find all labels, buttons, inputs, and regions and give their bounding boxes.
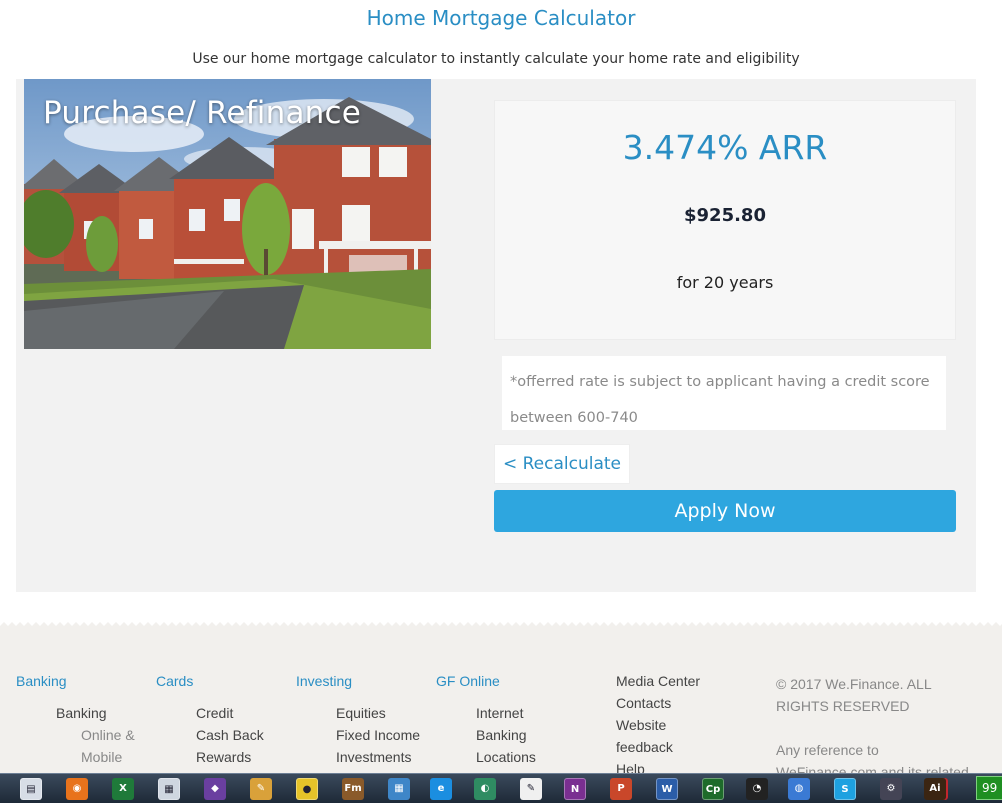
footer-link-banking-online[interactable]: Banking — [436, 727, 586, 749]
footer-heading-cards[interactable]: Cards — [156, 673, 286, 695]
footer-heading-investing[interactable]: Investing — [296, 673, 426, 695]
skype-icon[interactable]: S — [834, 778, 856, 800]
media-icon[interactable]: ◔ — [746, 778, 768, 800]
footer-col-investing: Investing Equities Fixed Income Investme… — [296, 673, 426, 771]
footer-link-feedback[interactable]: feedback — [616, 739, 756, 761]
footer-heading-banking[interactable]: Banking — [16, 673, 146, 695]
excel-icon[interactable]: X — [112, 778, 134, 800]
tool-icon[interactable]: ⚙ — [880, 778, 902, 800]
credit-disclaimer: *offerred rate is subject to applicant h… — [502, 356, 946, 430]
calculator-icon[interactable]: ▦ — [158, 778, 180, 800]
footer-link-contacts[interactable]: Contacts — [616, 695, 756, 717]
hero-caption: Purchase/ Refinance — [43, 95, 362, 131]
paint-icon[interactable]: ✎ — [250, 778, 272, 800]
calculator-panel: Purchase/ Refinance 3.474% ARR $925.80 f… — [16, 79, 976, 592]
onenote-icon[interactable]: N — [564, 778, 586, 800]
browser-icon[interactable]: ◐ — [474, 778, 496, 800]
footer-col-misc: Media Center Contacts Website feedback H… — [616, 673, 756, 783]
visual-studio-icon[interactable]: ◆ — [204, 778, 226, 800]
footer-link-online-mobile-1[interactable]: Online & — [16, 727, 146, 749]
page-title: Home Mortgage Calculator — [366, 6, 636, 30]
control-panel-icon[interactable]: ▦ — [388, 778, 410, 800]
network-icon[interactable]: ◍ — [788, 778, 810, 800]
captivate-icon[interactable]: Cp — [702, 778, 724, 800]
footer-link-credit[interactable]: Credit — [156, 705, 286, 727]
footer-link-rewards[interactable]: Rewards — [156, 749, 286, 771]
footer-link-investments[interactable]: Investments — [296, 749, 426, 771]
footer-link-equities[interactable]: Equities — [296, 705, 426, 727]
footer-link-internet[interactable]: Internet — [436, 705, 586, 727]
recalculate-button[interactable]: < Recalculate — [494, 444, 630, 484]
result-card: 3.474% ARR $925.80 for 20 years — [494, 100, 956, 340]
footer-heading-gf-online[interactable]: GF Online — [436, 673, 586, 695]
os-taskbar: ▤◉X▦◆✎●Fm▦e◐✎NPWCp◔◍S⚙◎Ai 99 — [0, 773, 1002, 803]
chrome-icon[interactable]: ● — [296, 778, 318, 800]
loan-term: for 20 years — [676, 273, 774, 292]
internet-explorer-icon[interactable]: e — [430, 778, 452, 800]
footer-col-cards: Cards Credit Cash Back Rewards — [156, 673, 286, 771]
firefox-icon[interactable]: ◉ — [66, 778, 88, 800]
footer-link-website[interactable]: Website — [616, 717, 756, 739]
illustrator-icon[interactable]: Ai — [924, 778, 946, 800]
footer-link-banking[interactable]: Banking — [16, 705, 146, 727]
footer-col-gf-online: GF Online Internet Banking Locations — [436, 673, 586, 771]
monthly-payment: $925.80 — [684, 205, 766, 226]
footer-copyright: © 2017 We.Finance. ALL RIGHTS RESERVED — [776, 676, 932, 714]
footer-link-media-center[interactable]: Media Center — [616, 673, 756, 695]
system-tray-indicator[interactable]: 99 — [976, 776, 1002, 800]
word-icon[interactable]: W — [656, 778, 678, 800]
explorer-icon[interactable]: ▤ — [20, 778, 42, 800]
powerpoint-icon[interactable]: P — [610, 778, 632, 800]
footer-link-locations[interactable]: Locations — [436, 749, 586, 771]
footer-link-fixed-income[interactable]: Fixed Income — [296, 727, 426, 749]
footer-link-cash-back[interactable]: Cash Back — [156, 727, 286, 749]
hero-image: Purchase/ Refinance — [24, 79, 431, 349]
rate-value: 3.474% ARR — [622, 128, 828, 167]
apply-now-button[interactable]: Apply Now — [494, 490, 956, 532]
notepad-icon[interactable]: ✎ — [520, 778, 542, 800]
footer-link-online-mobile-2[interactable]: Mobile — [16, 749, 146, 771]
site-footer: Banking Banking Online & Mobile Cards Cr… — [0, 631, 1002, 802]
page-subtitle: Use our home mortgage calculator to inst… — [192, 51, 800, 67]
framemaker-icon[interactable]: Fm — [342, 778, 364, 800]
footer-col-banking: Banking Banking Online & Mobile — [16, 673, 146, 771]
